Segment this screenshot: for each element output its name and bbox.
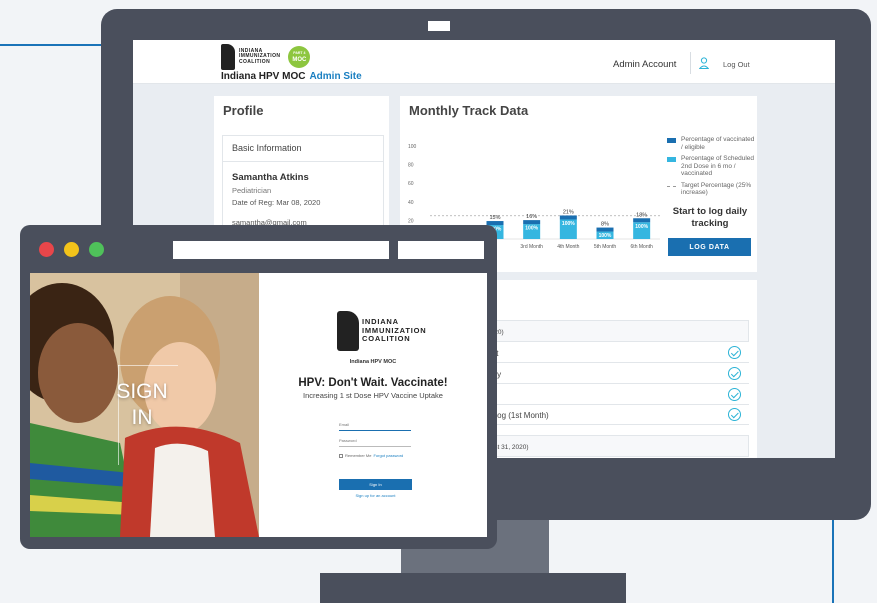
moc-badge-icon: PART 4 MOC: [288, 46, 311, 68]
login-logo: INDIANA IMMUNIZATION COALITION: [337, 311, 426, 351]
browser-search-bar[interactable]: [398, 241, 484, 259]
browser-window: SIGN IN INDIANA IMMUNIZATION COALITION I…: [20, 225, 497, 549]
legend-item-second-dose: Percentage of Scheduled 2nd Dose in 6 mo…: [667, 155, 755, 178]
top-bar: INDIANA IMMUNIZATION COALITION PART 4 MO…: [133, 40, 835, 84]
login-panel: INDIANA IMMUNIZATION COALITION Indiana H…: [259, 273, 487, 537]
bar-vaccinated: [523, 220, 541, 225]
legend-swatch: [667, 138, 676, 143]
close-window-icon[interactable]: [39, 242, 54, 257]
monitor-stand-base: [320, 573, 626, 603]
admin-account-link[interactable]: Admin Account: [613, 59, 676, 70]
y-tick-label: 20: [408, 218, 414, 224]
login-site-name: Indiana HPV MOC: [349, 359, 397, 365]
remember-me-checkbox[interactable]: [339, 453, 343, 458]
check-circle-icon: [728, 367, 741, 380]
legend-item-target: Target Percentage (25% increase): [667, 182, 755, 197]
bar-vaccinated: [633, 218, 651, 223]
address-bar[interactable]: [173, 241, 389, 259]
x-tick-label: 3rd Month: [520, 244, 543, 250]
login-logo-text: INDIANA IMMUNIZATION COALITION: [362, 317, 427, 344]
bar-inner-label: 100%: [562, 221, 575, 227]
task-row[interactable]: g Log (1st Month): [478, 405, 749, 425]
x-tick-label: 4th Month: [557, 244, 579, 250]
decorative-line-right: [832, 510, 834, 603]
signup-link[interactable]: Sign up for an account: [339, 493, 412, 498]
login-subtitle: Increasing 1 st Dose HPV Vaccine Uptake: [303, 391, 443, 400]
start-logging-text: Start to log daily tracking: [672, 206, 748, 229]
chart-legend: Percentage of vaccinated / eligible Perc…: [667, 136, 755, 201]
ic-logo-icon: [221, 44, 235, 70]
password-input[interactable]: [339, 435, 411, 447]
sign-in-button[interactable]: Sign In: [339, 479, 412, 490]
task-row[interactable]: rvey: [478, 364, 749, 384]
y-tick-label: 100: [408, 144, 417, 150]
check-circle-icon: [728, 346, 741, 359]
x-tick-label: 6th Month: [631, 244, 653, 250]
forgot-password-link[interactable]: Forgot password: [373, 453, 403, 458]
bar-inner-label: 100%: [525, 226, 538, 232]
bar-vaccinated: [559, 215, 577, 220]
maximize-window-icon[interactable]: [89, 242, 104, 257]
decorative-line-left: [0, 44, 112, 46]
task-row[interactable]: [478, 385, 749, 405]
profile-role: Pediatrician: [232, 186, 272, 195]
bar-vaccinated: [596, 227, 614, 232]
bar-inner-label: 100%: [635, 224, 648, 230]
y-tick-label: 60: [408, 181, 414, 187]
check-circle-icon: [728, 388, 741, 401]
login-headline: HPV: Don't Wait. Vaccinate!: [298, 377, 448, 389]
task-group-header: 2020): [478, 320, 749, 342]
login-page: SIGN IN INDIANA IMMUNIZATION COALITION I…: [30, 273, 487, 537]
ic-logo-icon: [337, 311, 359, 351]
bar-value-label: 16%: [526, 214, 537, 220]
monitor-camera: [428, 21, 450, 31]
hero-photo: SIGN IN: [30, 273, 259, 537]
bar-value-label: 15%: [489, 215, 500, 221]
minimize-window-icon[interactable]: [64, 242, 79, 257]
site-name: Indiana HPV MOC Admin Site: [221, 71, 362, 82]
logout-button[interactable]: Log Out: [723, 60, 750, 69]
header-divider: [690, 52, 691, 74]
logo-text: INDIANA IMMUNIZATION COALITION: [239, 47, 281, 65]
profile-name: Samantha Atkins: [232, 172, 309, 183]
user-icon[interactable]: [699, 57, 709, 69]
task-group-header: gust 31, 2020): [478, 435, 749, 457]
legend-dash: [667, 185, 676, 187]
y-tick-label: 80: [408, 163, 414, 169]
profile-title: Profile: [223, 103, 264, 118]
bar-value-label: 18%: [636, 212, 647, 218]
log-data-button[interactable]: LOG DATA: [668, 238, 751, 256]
bar-inner-label: 100%: [599, 233, 612, 239]
legend-swatch: [667, 157, 676, 162]
legend-item-vaccinated: Percentage of vaccinated / eligible: [667, 136, 755, 151]
brand-logo[interactable]: INDIANA IMMUNIZATION COALITION PART 4 MO…: [221, 44, 311, 70]
x-tick-label: 5th Month: [594, 244, 616, 250]
task-row[interactable]: ject: [478, 343, 749, 363]
email-input[interactable]: [339, 419, 411, 431]
bar-value-label: 21%: [563, 209, 574, 215]
basic-information-heading: Basic Information: [232, 143, 302, 153]
remember-me-row: Remember Me Forgot password: [339, 453, 403, 458]
bar-value-label: 8%: [601, 222, 609, 228]
y-tick-label: 40: [408, 200, 414, 206]
divider: [223, 161, 383, 162]
sign-in-hero-text: SIGN IN: [116, 380, 168, 429]
check-circle-icon: [728, 408, 741, 421]
profile-registration-date: Date of Reg: Mar 08, 2020: [232, 198, 321, 207]
